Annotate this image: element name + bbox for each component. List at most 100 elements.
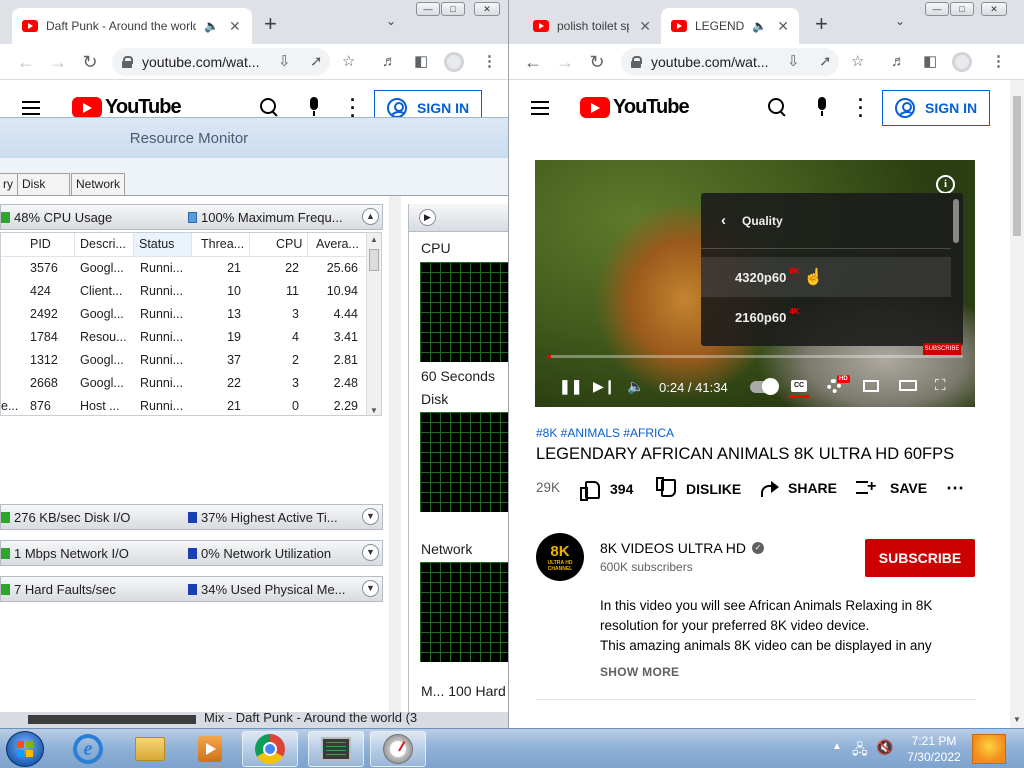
close-window-button[interactable]: ✕ <box>474 2 500 16</box>
side-panel-icon[interactable]: ◧ <box>414 54 428 70</box>
autoplay-toggle[interactable] <box>750 378 779 395</box>
share-button[interactable]: SHARE <box>760 480 837 497</box>
views-arrow-icon[interactable]: ▶ <box>419 209 436 226</box>
side-panel-icon[interactable]: ◧ <box>923 54 937 70</box>
table-row[interactable]: 3576 Googl... Runni... 21 22 25.66 <box>1 257 367 280</box>
maximize-button[interactable]: □ <box>441 2 465 16</box>
close-tab-icon[interactable]: ✕ <box>229 18 241 35</box>
profile-avatar[interactable] <box>952 52 972 72</box>
quality-menu-scrollbar[interactable] <box>953 199 959 243</box>
sign-in-button[interactable]: SIGN IN <box>882 90 991 126</box>
taskbar-resource-monitor[interactable] <box>308 731 364 767</box>
memory-section-header[interactable]: 7 Hard Faults/sec 34% Used Physical Me..… <box>0 576 383 602</box>
share-icon[interactable]: ➚ <box>310 54 323 70</box>
col-pid[interactable]: PID <box>30 237 51 251</box>
media-control-icon[interactable]: ♬ <box>891 54 906 70</box>
bookmark-star-icon[interactable]: ☆ <box>342 54 355 70</box>
tab-disk[interactable]: Disk <box>17 173 70 195</box>
table-row[interactable]: e... 876 Host ... Runni... 21 0 2.29 <box>1 395 367 415</box>
tab-search-chevron-icon[interactable]: ⌄ <box>895 14 905 28</box>
col-description[interactable]: Descri... <box>80 237 126 251</box>
page-scroll-thumb[interactable] <box>1013 96 1021 236</box>
page-scrollbar[interactable]: ▼ <box>1010 80 1024 728</box>
system-clock[interactable]: 7:21 PM 7/30/2022 <box>898 733 970 765</box>
col-threads[interactable]: Threa... <box>201 237 244 251</box>
show-desktop-button[interactable] <box>972 734 1006 764</box>
disk-section-header[interactable]: 276 KB/sec Disk I/O 37% Highest Active T… <box>0 504 383 530</box>
install-icon[interactable]: ⇩ <box>278 54 291 70</box>
taskbar-chrome[interactable] <box>242 731 298 767</box>
search-icon[interactable] <box>260 98 278 116</box>
table-row[interactable]: 1312 Googl... Runni... 37 2 2.81 <box>1 349 367 372</box>
hamburger-menu-icon[interactable] <box>22 101 40 115</box>
maximize-button[interactable]: □ <box>950 2 974 16</box>
scroll-thumb[interactable] <box>369 249 379 271</box>
dislike-button[interactable]: DISLIKE <box>656 480 741 498</box>
forward-arrow-icon[interactable]: → <box>46 50 70 74</box>
quality-menu-header[interactable]: ‹ Quality <box>701 193 951 249</box>
taskbar-media-player[interactable] <box>182 731 238 767</box>
tab-network[interactable]: Network <box>71 173 125 195</box>
miniplayer-icon[interactable] <box>863 380 879 392</box>
video-player[interactable]: i ‹ Quality 4320p60 8K ☝ 2160p60 4K SUBS… <box>535 160 975 407</box>
reload-icon[interactable]: ↻ <box>78 50 102 74</box>
left-pane-scrollbar[interactable] <box>389 196 401 731</box>
more-options-icon[interactable]: · · · <box>858 91 864 125</box>
reload-icon[interactable]: ↻ <box>585 50 609 74</box>
volume-icon[interactable]: 🔈 <box>627 378 644 394</box>
search-icon[interactable] <box>768 98 786 116</box>
fullscreen-icon[interactable]: ⛶ <box>935 378 946 394</box>
back-chevron-icon[interactable]: ‹ <box>721 212 726 229</box>
close-tab-icon[interactable]: ✕ <box>639 18 651 35</box>
table-row[interactable]: 2668 Googl... Runni... 22 3 2.48 <box>1 372 367 395</box>
minimize-button[interactable]: — <box>416 2 440 16</box>
progress-bar[interactable] <box>547 355 963 358</box>
quality-option-4320p60[interactable]: 4320p60 8K ☝ <box>701 257 951 297</box>
media-control-icon[interactable]: ♬ <box>382 54 397 70</box>
process-table-scrollbar[interactable]: ▲ ▼ <box>366 233 381 415</box>
volume-muted-tray-icon[interactable]: 🔇 <box>876 739 893 768</box>
captions-icon[interactable]: CC <box>791 380 807 392</box>
tab-legendary[interactable]: LEGENDA 🔈 ✕ <box>661 8 799 44</box>
back-arrow-icon[interactable]: ← <box>521 50 545 74</box>
tab-memory[interactable]: ry <box>0 173 18 195</box>
address-bar[interactable]: youtube.com/wat... <box>112 48 330 76</box>
collapse-cpu-icon[interactable]: ▲ <box>362 208 379 225</box>
channel-name-link[interactable]: 8K VIDEOS ULTRA HD ✓ <box>600 540 765 556</box>
new-tab-button[interactable]: + <box>815 12 828 36</box>
col-average[interactable]: Avera... <box>316 237 359 251</box>
profile-avatar[interactable] <box>444 52 464 72</box>
network-section-header[interactable]: 1 Mbps Network I/O 0% Network Utilizatio… <box>0 540 383 566</box>
col-cpu[interactable]: CPU <box>276 237 302 251</box>
install-icon[interactable]: ⇩ <box>787 54 800 70</box>
save-button[interactable]: SAVE <box>856 478 927 496</box>
youtube-logo[interactable]: YouTube <box>72 96 182 119</box>
more-actions-icon[interactable]: ⋯ <box>946 478 965 499</box>
like-button[interactable]: 394 <box>580 480 633 501</box>
expand-memory-icon[interactable]: ▼ <box>362 580 379 597</box>
left-tab-daft-punk[interactable]: Daft Punk - Around the world 🔈 ✕ <box>12 8 252 44</box>
chrome-menu-icon[interactable]: ⋮ <box>482 54 497 70</box>
taskbar-file-explorer[interactable] <box>122 731 178 767</box>
scroll-down-icon[interactable]: ▼ <box>1013 715 1021 724</box>
minimize-button[interactable]: — <box>925 2 949 16</box>
tab-polish-toilet[interactable]: polish toilet sp ✕ <box>523 8 661 44</box>
expand-disk-icon[interactable]: ▼ <box>362 508 379 525</box>
youtube-logo[interactable]: YouTube <box>580 96 690 119</box>
pause-icon[interactable]: ❚❚ <box>559 378 582 394</box>
show-more-button[interactable]: SHOW MORE <box>600 665 679 679</box>
forward-arrow-icon[interactable]: → <box>553 50 577 74</box>
start-button[interactable] <box>6 731 44 767</box>
microphone-icon[interactable] <box>308 97 320 117</box>
bookmark-star-icon[interactable]: ☆ <box>851 54 864 70</box>
network-tray-icon[interactable]: 🖧 <box>852 739 868 768</box>
address-bar[interactable]: youtube.com/wat... <box>621 48 839 76</box>
subscribe-button[interactable]: SUBSCRIBE <box>865 539 975 577</box>
channel-avatar[interactable]: 8K ULTRA HD CHANNEL <box>536 533 584 581</box>
new-tab-button[interactable]: + <box>264 12 277 36</box>
close-window-button[interactable]: ✕ <box>981 2 1007 16</box>
chrome-menu-icon[interactable]: ⋮ <box>991 54 1006 70</box>
expand-network-icon[interactable]: ▼ <box>362 544 379 561</box>
show-hidden-icons[interactable]: ▲ <box>832 741 842 768</box>
next-icon[interactable]: ▶❙ <box>593 378 616 394</box>
